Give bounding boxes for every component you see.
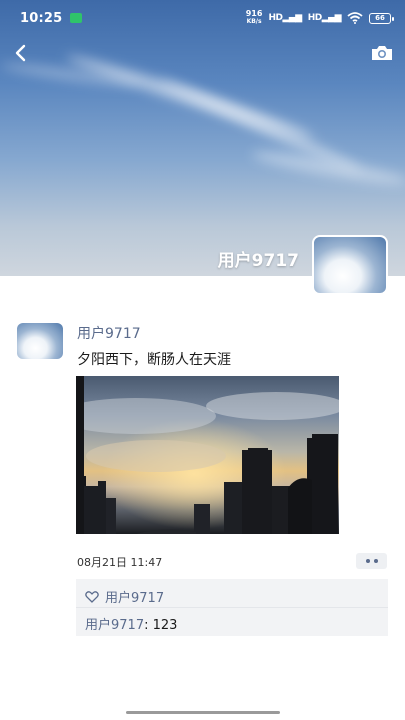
net-speed-value: 916 [245,9,263,18]
signal-icon: HD▂▄▆ [268,13,302,23]
post-timestamp: 08月21日 11:47 [77,556,163,569]
status-icons: 916 KB/s HD▂▄▆ HD▂▄▆ 66 [246,10,394,26]
battery-icon: 66 [369,12,394,24]
likes-comments-panel: 用户9717 用户9717: 123 [76,579,388,636]
divider [76,607,388,608]
back-button[interactable] [10,42,32,64]
signal-icon: HD▂▄▆ [307,13,342,23]
signal-label: HD [307,13,323,23]
post-image[interactable] [76,376,339,534]
post-text: 夕阳西下，断肠人在天涯 [77,352,231,368]
net-speed-unit: KB/s [246,18,262,25]
post-username[interactable]: 用户9717 [77,323,141,343]
signal-label: HD [268,13,283,23]
comment-item[interactable]: 用户9717: 123 [85,614,177,633]
status-time: 10:25 [20,10,63,26]
status-bar: 10:25 916 KB/s HD▂▄▆ HD▂▄▆ 66 [0,0,405,36]
heart-icon [85,590,99,603]
more-actions-button[interactable] [356,553,387,569]
comment-separator: : [144,618,153,633]
like-username[interactable]: 用户9717 [105,587,164,606]
comment-text: 123 [152,618,178,633]
camera-icon [372,46,392,60]
app-notification-icon [70,13,83,23]
sunset-skyline-image [76,376,339,534]
dot-icon [373,559,378,563]
camera-button[interactable] [369,42,395,64]
battery-level: 66 [375,14,385,22]
home-indicator[interactable] [126,711,280,714]
comment-author[interactable]: 用户9717 [85,618,144,633]
likes-row: 用户9717 [85,587,164,606]
cover-username[interactable]: 用户9717 [218,246,299,271]
dot-icon [365,559,370,563]
net-speed: 916 KB/s [246,10,263,26]
chevron-left-icon [15,44,26,62]
wifi-icon [347,12,363,24]
profile-avatar[interactable] [312,235,388,295]
post-avatar[interactable] [17,323,63,359]
